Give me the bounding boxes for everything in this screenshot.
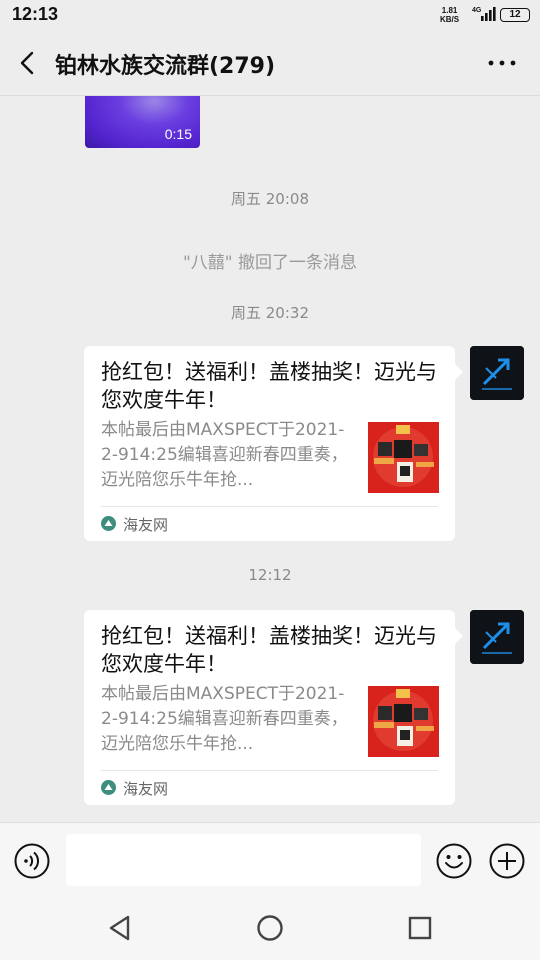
source-logo-icon: [101, 516, 116, 531]
link-card-message[interactable]: 抢红包！送福利！盖楼抽奖！迈光与您欢度牛年！ 本帖最后由MAXSPECT于202…: [84, 346, 463, 541]
link-card-source: 海友网: [123, 516, 169, 534]
message-timestamp: 周五 20:32: [231, 304, 309, 322]
status-bar: 12:13 1.81 KB/S 4G 12: [0, 0, 540, 30]
link-card-title: 抢红包！送福利！盖楼抽奖！迈光与您欢度牛年！: [101, 360, 437, 412]
link-card-thumbnail: [368, 422, 439, 493]
link-card-title: 抢红包！送福利！盖楼抽奖！迈光与您欢度牛年！: [101, 624, 437, 676]
message-timestamp: 周五 20:08: [231, 190, 309, 208]
message-input[interactable]: [66, 834, 421, 886]
message-list[interactable]: 0:15 周五 20:08 "八囍" 撤回了一条消息 周五 20:32 抢红包！…: [0, 96, 540, 822]
input-bar: [0, 822, 540, 898]
emoji-icon[interactable]: [436, 843, 472, 879]
status-time: 12:13: [12, 4, 59, 24]
divider: [101, 770, 438, 771]
network-type-label: 4G: [472, 7, 482, 14]
signal-icon: 4G: [472, 7, 496, 21]
system-nav-bar: [0, 898, 540, 960]
battery-icon: 12: [500, 8, 530, 22]
voice-icon[interactable]: [14, 843, 50, 879]
avatar[interactable]: [470, 346, 524, 400]
network-speed: 1.81 KB/S: [440, 6, 459, 24]
link-card-description: 本帖最后由MAXSPECT于2021-2-914:25编辑喜迎新春四重奏，迈光陪…: [101, 684, 348, 754]
plus-icon[interactable]: [489, 843, 525, 879]
triangle-back-icon[interactable]: [106, 914, 134, 942]
circle-home-icon[interactable]: [256, 914, 284, 942]
link-card-source: 海友网: [123, 780, 169, 798]
network-speed-unit: KB/S: [440, 15, 460, 24]
avatar[interactable]: [470, 610, 524, 664]
message-timestamp: 12:12: [248, 566, 292, 584]
link-card-message[interactable]: 抢红包！送福利！盖楼抽奖！迈光与您欢度牛年！ 本帖最后由MAXSPECT于202…: [84, 610, 463, 805]
source-logo-icon: [101, 780, 116, 795]
square-recent-icon[interactable]: [406, 914, 434, 942]
link-card-description: 本帖最后由MAXSPECT于2021-2-914:25编辑喜迎新春四重奏，迈光陪…: [101, 420, 348, 490]
divider: [101, 506, 438, 507]
network-speed-value: 1.81: [441, 6, 458, 15]
recall-notice: "八囍" 撤回了一条消息: [182, 253, 358, 273]
link-card-thumbnail: [368, 686, 439, 757]
chat-title: 铂林水族交流群(279): [55, 54, 276, 79]
video-duration: 0:15: [164, 126, 192, 142]
video-message[interactable]: 0:15: [85, 96, 200, 148]
chat-header: 铂林水族交流群(279): [0, 30, 540, 96]
more-dots-icon[interactable]: [486, 50, 518, 76]
back-chevron-icon[interactable]: [14, 48, 42, 78]
